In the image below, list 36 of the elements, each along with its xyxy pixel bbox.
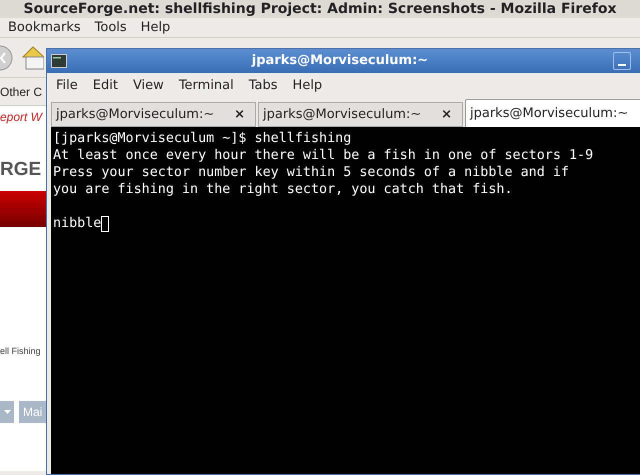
terminal-line: [jparks@Morviseculum ~]$ shellfishing [53,130,352,147]
terminal-line: you are fishing in the right sector, you catch that fish. [53,181,514,198]
close-icon[interactable]: × [441,104,452,124]
header-bar [0,191,46,227]
dropdown-button[interactable] [0,400,14,422]
back-icon[interactable] [0,44,14,72]
terminal-title: jparks@Morviseculum:~ [250,52,430,70]
menu-item[interactable]: Bookmarks [8,18,81,38]
tab-label: jparks@Morviseculum:~ [56,106,214,124]
terminal-icon [51,54,67,68]
site-logo: RGE [0,160,42,179]
terminal-line: At least once every hour there will be a fish in one of sectors 1-9 [53,147,594,164]
tab-label: jparks@Morviseculum:~ [470,104,628,123]
menu-item[interactable]: Edit [92,76,118,96]
text-cursor [101,216,110,232]
terminal-line: nibble [53,215,102,232]
menu-item[interactable]: Tabs [248,76,278,96]
menu-item[interactable]: File [56,76,78,96]
bookmark-item[interactable]: Other C [0,82,42,100]
menu-item[interactable]: View [132,76,164,96]
close-icon[interactable]: × [234,104,245,124]
menu-item[interactable]: Tools [94,18,127,38]
terminal-line: Press your sector number key within 5 seconds of a nibble and if [53,164,570,181]
tab-label: jparks@Morviseculum:~ [263,106,422,124]
window-title: SourceForge.net: shellfishing Project: Admin: Screenshots - Mozilla Firefox [24,2,616,16]
terminal-tab[interactable]: jparks@Morviseculum:~ × [258,102,463,127]
terminal-tab[interactable]: jparks@Morviseculum:~ × [51,102,256,127]
notice-link[interactable]: eport W [0,108,42,126]
caret-icon [4,410,10,414]
terminal-tab[interactable]: jparks@Morviseculum:~ [465,99,640,127]
project-name: ell Fishing [0,345,41,358]
menu-item[interactable]: Help [140,18,170,38]
minimize-button[interactable] [613,52,631,70]
menu-item[interactable]: Terminal [178,76,234,96]
menu-item[interactable]: Help [292,76,322,96]
home-icon[interactable] [22,44,44,70]
